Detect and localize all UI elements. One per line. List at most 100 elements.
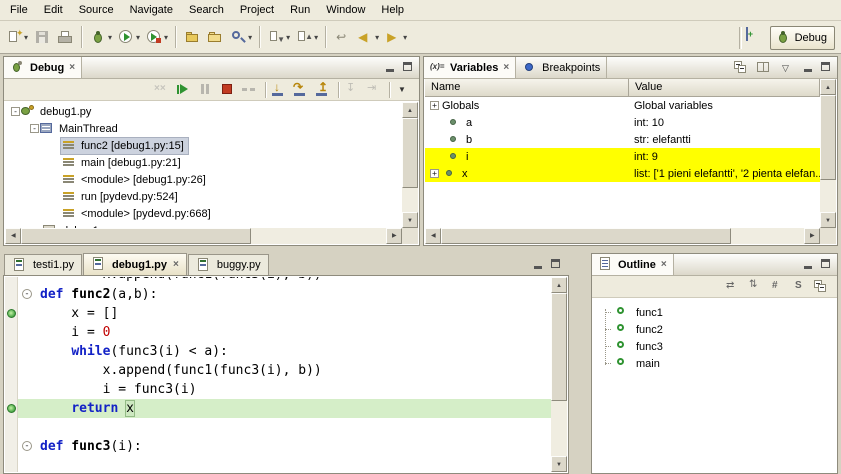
code-line[interactable]	[18, 418, 551, 437]
next-annotation-button[interactable]: ▼▾	[265, 25, 293, 49]
stack-frame-node[interactable]: main [debug1.py:21]	[61, 155, 185, 171]
scroll-down-button[interactable]: ▼	[820, 212, 836, 228]
code-line[interactable]: x.append(func1(func3(i), b))	[18, 277, 551, 285]
scrollbar-thumb[interactable]	[441, 228, 731, 244]
scroll-up-button[interactable]: ▲	[820, 79, 836, 95]
step-return-button[interactable]: ↥	[314, 81, 334, 99]
stack-frame-node[interactable]: run [pydevd.py:524]	[61, 189, 182, 205]
outline-item-func1[interactable]: func1	[593, 304, 820, 321]
scroll-left-button[interactable]: ◀	[425, 228, 441, 244]
drop-to-frame-button[interactable]: ↧	[343, 81, 363, 99]
profile-button[interactable]: ▾	[143, 25, 171, 49]
stack-frame-node[interactable]: <module> [debug1.py:26]	[61, 172, 210, 188]
run-button[interactable]: ▾	[115, 25, 143, 49]
disconnect-button[interactable]	[241, 81, 261, 99]
variables-view-tab-variables[interactable]: (x)=Variables×	[424, 57, 516, 78]
save-button[interactable]	[31, 25, 54, 49]
code-line[interactable]: return x	[18, 399, 551, 418]
variables-row[interactable]: bstr: elefantti	[425, 131, 820, 148]
stack-frame-node[interactable]: MainThread	[39, 121, 122, 137]
open-file-button[interactable]	[181, 25, 204, 49]
fold-collapse-icon[interactable]: -	[22, 441, 32, 451]
fold-collapse-icon[interactable]: -	[22, 289, 32, 299]
stack-frame-node[interactable]: debug1.py	[20, 104, 95, 120]
link-with-editor-button[interactable]: ⇄	[724, 278, 744, 296]
column-header-value[interactable]: Value	[629, 79, 820, 97]
menu-item-run[interactable]: Run	[282, 1, 318, 19]
editor-tab-testi1-py[interactable]: testi1.py	[4, 254, 82, 275]
scroll-down-button[interactable]: ▼	[402, 212, 418, 228]
variables-view-tab-breakpoints[interactable]: Breakpoints	[516, 57, 607, 78]
search-button[interactable]: ▾	[227, 25, 255, 49]
scroll-down-button[interactable]: ▼	[551, 456, 567, 472]
scroll-up-button[interactable]: ▲	[551, 277, 567, 293]
terminate-button[interactable]	[219, 81, 239, 99]
debug-tree-row[interactable]: func2 [debug1.py:15]	[5, 137, 402, 154]
code-line[interactable]: -def func2(a,b):	[18, 285, 551, 304]
debug-vertical-scrollbar[interactable]: ▲ ▼	[402, 102, 418, 228]
breakpoint-marker[interactable]	[7, 309, 16, 318]
debug-tree-row[interactable]: <module> [debug1.py:26]	[5, 171, 402, 188]
stack-frame-node[interactable]: <module> [pydevd.py:668]	[61, 206, 215, 222]
close-icon[interactable]: ×	[173, 259, 179, 270]
variables-row[interactable]: aint: 10	[425, 114, 820, 131]
close-icon[interactable]: ×	[661, 259, 667, 270]
new-wizard-button[interactable]: ✦▾	[3, 25, 31, 49]
outline-item-func2[interactable]: func2	[593, 321, 820, 338]
debug-view-tab[interactable]: Debug ×	[4, 57, 82, 78]
maximize-button[interactable]	[548, 257, 565, 272]
debug-button[interactable]: ▾	[87, 25, 115, 49]
code-editor[interactable]: x.append(func1(func3(i), b))-def func2(a…	[3, 275, 569, 474]
perspective-debug-button[interactable]: Debug	[770, 26, 835, 50]
debug-tree-row[interactable]: -MainThread	[5, 120, 402, 137]
scrollbar-thumb[interactable]	[402, 118, 418, 188]
use-step-filters-button[interactable]: ⇥	[365, 81, 385, 99]
close-icon[interactable]: ×	[69, 62, 75, 73]
scroll-left-button[interactable]: ◀	[5, 228, 21, 244]
debug-tree-row[interactable]: -debug1.py	[5, 103, 402, 120]
open-perspective-button[interactable]: +	[746, 28, 766, 48]
resume-button[interactable]	[175, 81, 195, 99]
variables-row[interactable]: iint: 9	[425, 148, 820, 165]
remove-all-terminated-button[interactable]: ××	[153, 81, 173, 99]
editor-tab-debug1-py[interactable]: debug1.py×	[83, 253, 187, 275]
prev-annotation-button[interactable]: ▲▾	[293, 25, 321, 49]
variables-row[interactable]: +xlist: ['1 pieni elefantti', '2 pienta …	[425, 165, 820, 182]
tree-expander-icon[interactable]: -	[11, 107, 20, 116]
outline-view-tab[interactable]: Outline ×	[592, 254, 674, 275]
step-over-button[interactable]: ↷	[292, 81, 312, 99]
suspend-button[interactable]	[197, 81, 217, 99]
scrollbar-thumb[interactable]	[21, 228, 251, 244]
editor-vertical-scrollbar[interactable]: ▲ ▼	[551, 277, 567, 472]
scroll-right-button[interactable]: ▶	[804, 228, 820, 244]
variables-horizontal-scrollbar[interactable]: ◀ ▶	[425, 228, 820, 244]
outline-item-func3[interactable]: func3	[593, 338, 820, 355]
last-edit-location-button[interactable]: ↩	[331, 25, 354, 49]
menu-item-file[interactable]: File	[2, 1, 36, 19]
menu-item-edit[interactable]: Edit	[36, 1, 71, 19]
maximize-button[interactable]	[818, 257, 835, 272]
scroll-up-button[interactable]: ▲	[402, 102, 418, 118]
layout-button[interactable]	[755, 59, 775, 77]
back-button[interactable]: ◀▾	[354, 25, 382, 49]
hide-comments-button[interactable]: #	[768, 278, 788, 296]
debug-horizontal-scrollbar[interactable]: ◀ ▶	[5, 228, 402, 244]
tree-expander-icon[interactable]: +	[430, 101, 439, 110]
outline-item-main[interactable]: main	[593, 355, 820, 372]
print-button[interactable]	[54, 25, 77, 49]
view-menu-button[interactable]: ▼	[394, 81, 414, 99]
variables-row[interactable]: +GlobalsGlobal variables	[425, 97, 820, 114]
minimize-button[interactable]	[530, 257, 547, 272]
menu-item-project[interactable]: Project	[232, 1, 282, 19]
minimize-button[interactable]	[800, 257, 817, 272]
step-into-button[interactable]: ↓	[270, 81, 290, 99]
scroll-right-button[interactable]: ▶	[386, 228, 402, 244]
view-menu-button[interactable]: ▽	[778, 59, 798, 77]
hide-static-button[interactable]: S	[790, 278, 810, 296]
code-line[interactable]: -def func3(i):	[18, 437, 551, 456]
open-folder-button[interactable]	[204, 25, 227, 49]
editor-tab-buggy-py[interactable]: buggy.py	[188, 254, 269, 275]
debug-tree-row[interactable]: main [debug1.py:21]	[5, 154, 402, 171]
menu-item-help[interactable]: Help	[373, 1, 412, 19]
menu-item-navigate[interactable]: Navigate	[122, 1, 181, 19]
